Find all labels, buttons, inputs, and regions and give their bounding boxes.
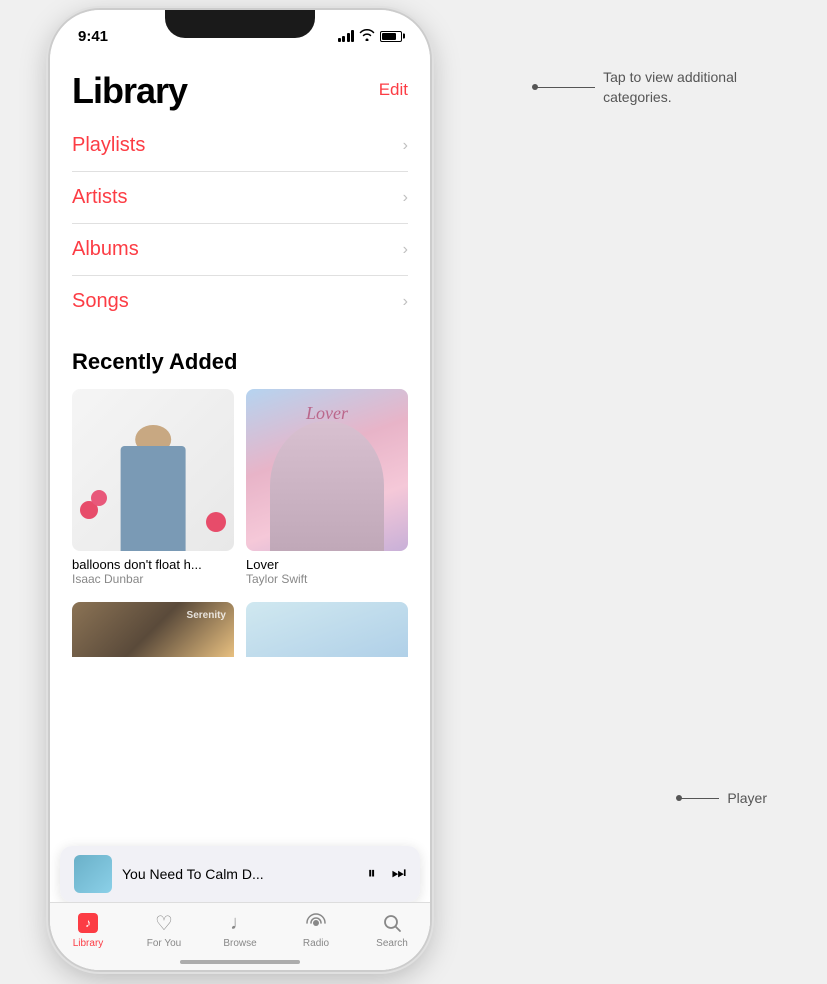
album-card-balloons[interactable]: balloons don't float h... Isaac Dunbar [72, 389, 234, 586]
pause-button[interactable]: ⏸ [368, 865, 376, 883]
search-icon [379, 911, 405, 935]
tab-search[interactable]: Search [354, 911, 430, 949]
screen: Library Edit Playlists › Artists › Album… [50, 54, 430, 970]
artists-chevron: › [403, 189, 408, 207]
tab-search-label: Search [376, 938, 408, 949]
wifi-icon [359, 29, 375, 44]
tab-browse-label: Browse [223, 938, 256, 949]
player-callout: Player [679, 790, 767, 806]
tab-browse[interactable]: ♩ Browse [202, 911, 278, 949]
mini-player[interactable]: You Need To Calm D... ⏸ ⏭ [60, 846, 420, 902]
library-icon [75, 911, 101, 935]
artists-label: Artists [72, 186, 128, 209]
phone-frame: 9:41 Library Edit [50, 10, 430, 970]
tab-for-you[interactable]: ♡ For You [126, 911, 202, 949]
albums-chevron: › [403, 241, 408, 259]
heart-icon: ♡ [151, 911, 177, 935]
callout-line [535, 87, 595, 88]
library-item-albums[interactable]: Albums › [72, 224, 408, 276]
songs-label: Songs [72, 290, 129, 313]
recently-added-section: Recently Added balloons don't float h... [50, 327, 430, 598]
albums-grid: balloons don't float h... Isaac Dunbar L… [72, 389, 408, 586]
signal-icon [338, 30, 355, 42]
album-card-lover[interactable]: Lover Lover Taylor Swift [246, 389, 408, 586]
album-title-balloons: balloons don't float h... [72, 557, 234, 572]
album-artist-balloons: Isaac Dunbar [72, 572, 234, 586]
library-item-playlists[interactable]: Playlists › [72, 120, 408, 172]
edit-button[interactable]: Edit [379, 80, 408, 100]
album-artist-lover: Taylor Swift [246, 572, 408, 586]
mini-player-controls: ⏸ ⏭ [368, 865, 406, 883]
library-item-songs[interactable]: Songs › [72, 276, 408, 327]
songs-chevron: › [403, 293, 408, 311]
playlists-chevron: › [403, 137, 408, 155]
album-title-lover: Lover [246, 557, 408, 572]
page-title: Library [72, 70, 187, 112]
tab-radio[interactable]: Radio [278, 911, 354, 949]
skip-button[interactable]: ⏭ [392, 865, 406, 883]
status-time: 9:41 [78, 28, 108, 45]
album-partial-1[interactable]: Serenity [72, 602, 234, 657]
callout-player-line [679, 798, 719, 799]
mini-player-title: You Need To Calm D... [122, 866, 358, 882]
library-list: Playlists › Artists › Albums › Songs › [50, 120, 430, 327]
notch [165, 10, 315, 38]
albums-label: Albums [72, 238, 139, 261]
tab-library-label: Library [73, 938, 104, 949]
playlists-label: Playlists [72, 134, 145, 157]
browse-icon: ♩ [227, 911, 253, 935]
album-cover-lover: Lover [246, 389, 408, 551]
radio-icon [303, 911, 329, 935]
library-item-artists[interactable]: Artists › [72, 172, 408, 224]
tab-for-you-label: For You [147, 938, 181, 949]
album-cover-balloons [72, 389, 234, 551]
battery-icon [380, 31, 402, 42]
mini-player-art [74, 855, 112, 893]
tab-radio-label: Radio [303, 938, 329, 949]
albums-row-partial: Serenity [50, 602, 430, 657]
tab-library[interactable]: Library [50, 911, 126, 949]
album-partial-2[interactable] [246, 602, 408, 657]
callout-player-text: Player [727, 790, 767, 806]
edit-callout: Tap to view additionalcategories. [535, 68, 737, 107]
callout-text: Tap to view additionalcategories. [603, 68, 737, 107]
status-icons [338, 29, 403, 44]
header: Library Edit [50, 54, 430, 120]
recently-added-title: Recently Added [72, 349, 408, 375]
home-indicator [180, 960, 300, 964]
